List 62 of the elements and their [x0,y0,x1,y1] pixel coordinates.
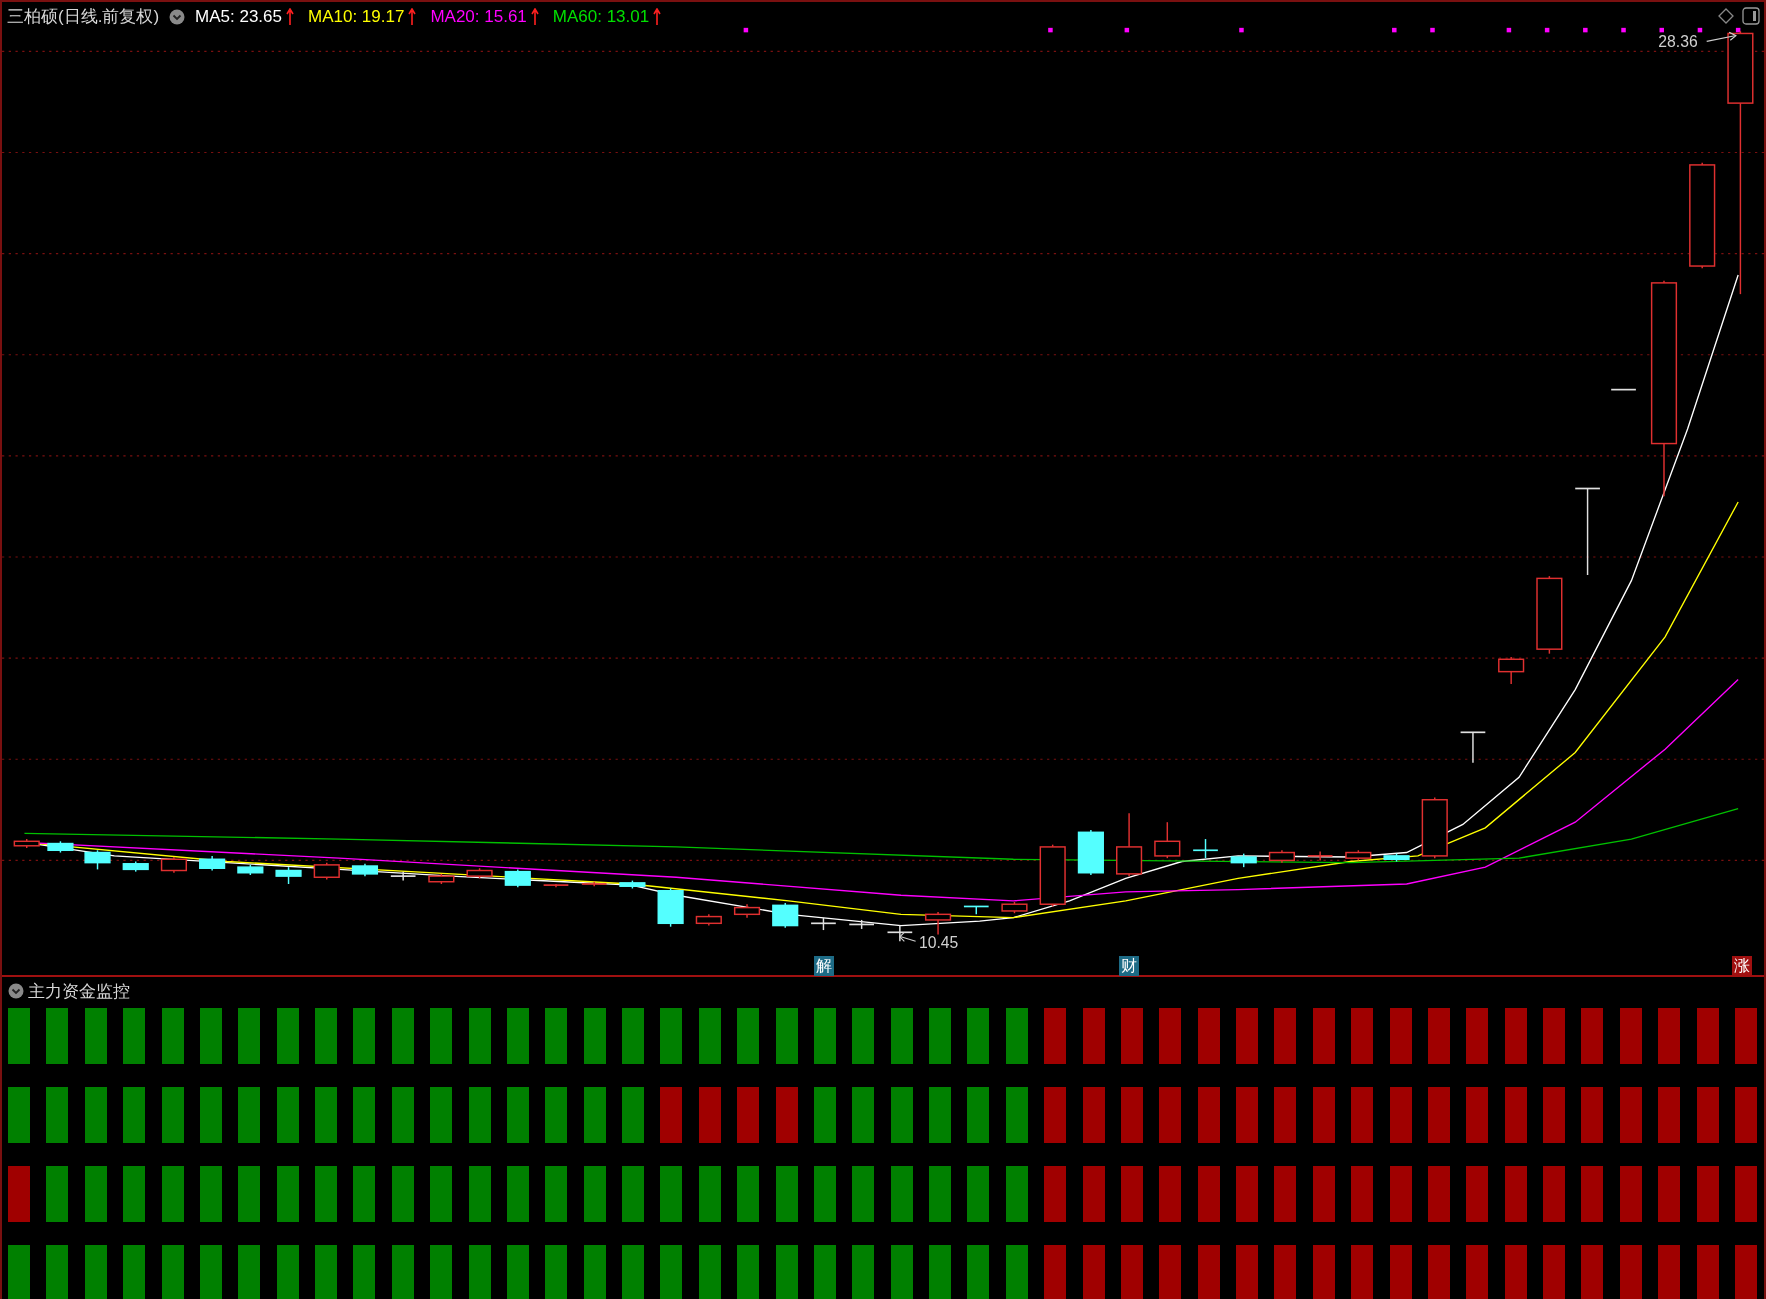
candlestick [924,911,952,936]
candlestick [313,861,340,881]
candlestick [1498,656,1525,685]
dropdown-icon[interactable] [8,983,24,999]
indicator-label: MA10: 19.17 [308,6,405,27]
candlestick [848,919,875,930]
candlestick [772,902,799,929]
candlestick [1001,901,1028,914]
candlestick [13,838,40,849]
candlestick [84,849,111,871]
candlestick [1610,388,1637,391]
candlestick [199,855,226,872]
candlestick [1230,852,1257,868]
candlestick [1154,821,1181,859]
candlestick [695,913,722,927]
candlestick [47,840,74,854]
candlestick [1345,849,1372,862]
candlestick [1306,850,1334,862]
dropdown-icon[interactable] [169,8,186,25]
candlestick [810,916,837,931]
indicator-label: MA20: 15.61 [430,6,527,27]
event-marker[interactable]: 财 [1119,956,1140,976]
indicator-title: 主力资金监控 [28,980,130,1003]
candlestick [1383,852,1410,863]
candlestick [1039,843,1066,908]
candlestick [657,887,684,928]
candlestick [1268,849,1295,864]
candlestick [122,860,149,873]
arrow-up-icon [530,7,539,26]
event-marker[interactable]: 解 [814,956,835,976]
leader-line [1706,31,1737,42]
stock-title: 三柏硕(日线.前复权) [7,6,160,28]
arrow-up-icon [286,7,294,26]
indicator-label: MA60: 13.01 [552,6,650,27]
candlestick [1116,812,1143,877]
arrow-up-icon [408,7,417,26]
candlestick [619,879,646,890]
candlestick [237,864,264,876]
candlestick [504,868,531,889]
panel-icon[interactable] [1742,7,1760,25]
candlestick [466,867,493,880]
candlestick [160,856,187,874]
candlestick [542,883,570,889]
high-price-label: 28.36 [1658,32,1698,50]
low-price-label: 10.45 [918,934,959,952]
candlestick [886,924,914,942]
diamond-icon[interactable] [1718,8,1734,24]
indicator-label: MA5: 23.65 [195,6,282,27]
arrow-up-icon [653,7,662,26]
candlestick [389,870,417,882]
candlestick [1459,731,1487,764]
event-marker[interactable]: 涨 [1732,956,1753,976]
candlestick [428,873,455,885]
candlestick [963,905,990,916]
candlestick [1077,829,1104,876]
candlestick [1421,796,1448,859]
leader-line [899,931,917,942]
candlestick [275,866,302,885]
candlestick [581,881,608,887]
candlestick [733,903,761,919]
candlestick [351,863,379,877]
candlestick [1192,838,1219,859]
